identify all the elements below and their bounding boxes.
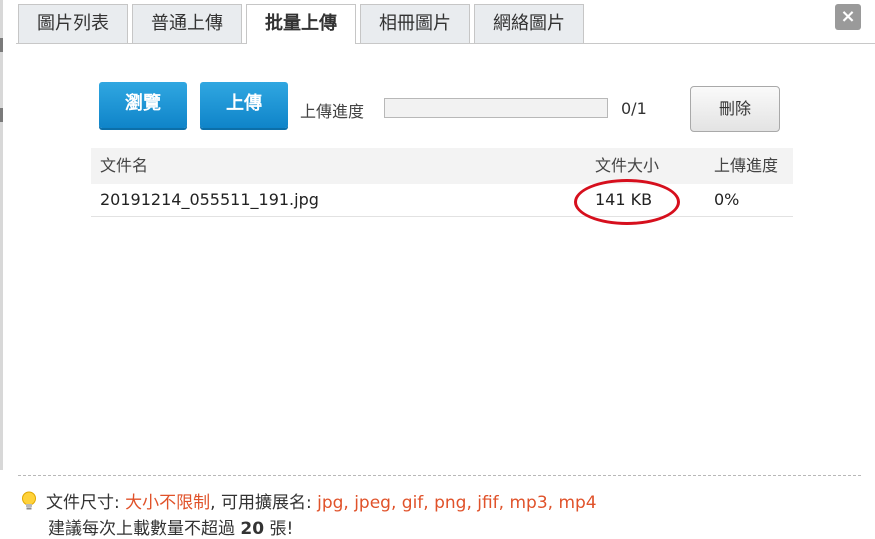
ext-value: jpg, jpeg, gif, png, jfif, mp3, mp4 <box>317 493 597 513</box>
advice-suffix: 張! <box>269 519 294 539</box>
lightbulb-icon <box>22 491 36 510</box>
progress-label: 上傳進度 <box>300 102 365 121</box>
progress-bar <box>384 98 608 118</box>
background-edge-mark <box>0 38 3 52</box>
size-label: 文件尺寸: <box>46 493 120 513</box>
file-progress-cell: 0% <box>714 190 740 209</box>
size-value: 大小不限制 <box>125 493 211 513</box>
header-file-size: 文件大小 <box>595 156 660 175</box>
table-row[interactable]: 20191214_055511_191.jpg 141 KB 0% <box>91 179 793 225</box>
advice-prefix: 建議每次上載數量不超過 <box>48 519 235 539</box>
upload-toolbar: 瀏覽 上傳 上傳進度 0/1 刪除 <box>99 82 789 134</box>
header-file-name: 文件名 <box>100 156 149 175</box>
file-name-cell: 20191214_055511_191.jpg <box>100 190 319 209</box>
close-button[interactable]: × <box>835 4 861 30</box>
file-size-value: 141 KB <box>595 190 653 209</box>
progress-count: 0/1 <box>621 99 647 118</box>
delete-button[interactable]: 刪除 <box>690 86 780 132</box>
footer-divider <box>18 475 861 476</box>
upload-info-line1: 文件尺寸: 大小不限制, 可用擴展名: jpg, jpeg, gif, png,… <box>20 490 597 516</box>
tab-normal-upload[interactable]: 普通上傳 <box>132 4 242 43</box>
background-edge-mark <box>0 108 3 122</box>
header-upload-progress: 上傳進度 <box>714 156 779 175</box>
file-table: 文件名 文件大小 上傳進度 20191214_055511_191.jpg 14… <box>91 148 793 225</box>
batch-upload-dialog: 圖片列表 普通上傳 批量上傳 相冊圖片 網絡圖片 × 瀏覽 上傳 上傳進度 0/… <box>0 0 875 539</box>
table-header: 文件名 文件大小 上傳進度 <box>91 148 793 184</box>
tab-bar: 圖片列表 普通上傳 批量上傳 相冊圖片 網絡圖片 <box>18 4 584 44</box>
ext-label: , 可用擴展名: <box>210 493 312 513</box>
file-size-cell: 141 KB <box>574 179 704 225</box>
browse-button[interactable]: 瀏覽 <box>99 82 187 128</box>
close-icon: × <box>840 6 856 27</box>
upload-button[interactable]: 上傳 <box>200 82 288 128</box>
tab-image-list[interactable]: 圖片列表 <box>18 4 128 43</box>
tab-album-images[interactable]: 相冊圖片 <box>360 4 470 43</box>
advice-count: 20 <box>240 519 265 539</box>
tab-batch-upload[interactable]: 批量上傳 <box>246 4 356 44</box>
upload-info: 文件尺寸: 大小不限制, 可用擴展名: jpg, jpeg, gif, png,… <box>20 490 597 539</box>
tab-web-images[interactable]: 網絡圖片 <box>474 4 584 43</box>
upload-info-line2: 建議每次上載數量不超過 20 張! <box>20 516 597 539</box>
background-edge <box>0 0 3 470</box>
